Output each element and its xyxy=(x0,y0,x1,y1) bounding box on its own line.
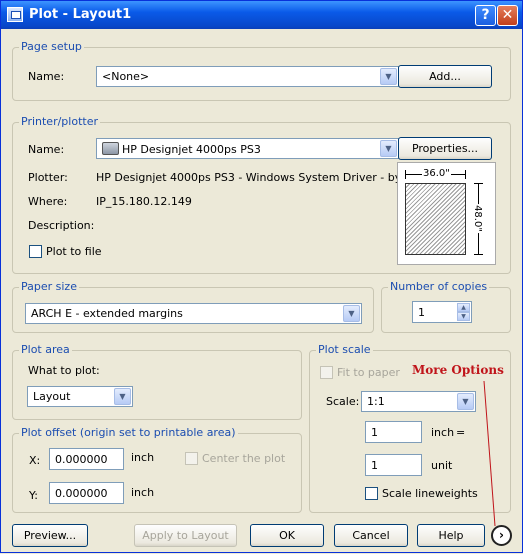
printer-name-dropdown[interactable]: HP Designjet 4000ps PS3 ▼ xyxy=(96,138,399,159)
help-button[interactable]: Help xyxy=(417,524,485,547)
plot-to-file-checkbox[interactable] xyxy=(29,245,42,258)
chevron-down-icon: ▼ xyxy=(457,393,474,410)
chevron-down-icon: ▼ xyxy=(343,305,360,322)
page-setup-name-dropdown[interactable]: <None> ▼ xyxy=(96,66,399,87)
spin-down-icon[interactable]: ▼ xyxy=(457,312,470,321)
scale-lineweights-label: Scale lineweights xyxy=(382,487,478,500)
center-plot-label: Center the plot xyxy=(202,452,286,465)
scale-label: Scale: xyxy=(326,395,360,408)
cancel-button[interactable]: Cancel xyxy=(334,524,408,547)
more-options-button[interactable]: › xyxy=(491,525,512,546)
add-page-setup-button[interactable]: Add... xyxy=(398,65,492,88)
page-setup-name-value: <None> xyxy=(102,70,150,83)
printer-plotter-group: Printer/plotter Name: HP Designjet 4000p… xyxy=(12,115,511,274)
scale-unit-label: unit xyxy=(431,459,453,472)
plot-offset-group: Plot offset (origin set to printable are… xyxy=(12,426,302,513)
title-close-button[interactable]: ✕ xyxy=(497,5,518,26)
offset-x-label: X: xyxy=(29,454,41,467)
equals-sign: = xyxy=(456,426,466,439)
preview-button[interactable]: Preview... xyxy=(12,524,88,547)
chevron-down-icon: ▼ xyxy=(380,68,397,85)
plotter-value: HP Designjet 4000ps PS3 - Windows System… xyxy=(96,171,416,184)
window-title: Plot - Layout1 xyxy=(29,7,132,22)
plot-scale-label: Plot scale xyxy=(316,343,373,356)
chevron-down-icon: ▼ xyxy=(114,388,131,405)
paper-preview: 36.0" 48.0" xyxy=(397,162,496,265)
paper-preview-sheet xyxy=(405,183,466,255)
plot-area-label: Plot area xyxy=(19,343,72,356)
copies-value: 1 xyxy=(418,306,425,319)
title-help-button[interactable]: ? xyxy=(475,5,496,26)
offset-y-label: Y: xyxy=(29,489,38,502)
offset-y-value: 0.000000 xyxy=(55,487,108,500)
center-plot-checkbox[interactable] xyxy=(185,452,198,465)
what-to-plot-label: What to plot: xyxy=(28,364,100,377)
scale-unit-value: 1 xyxy=(371,459,378,472)
plot-area-group: Plot area What to plot: Layout ▼ xyxy=(12,343,302,420)
description-label: Description: xyxy=(28,219,95,232)
fit-to-paper-label: Fit to paper xyxy=(337,366,400,379)
page-setup-group: Page setup Name: <None> ▼ Add... xyxy=(12,40,511,101)
what-to-plot-dropdown[interactable]: Layout ▼ xyxy=(27,386,133,407)
printer-icon xyxy=(102,142,119,155)
printer-name-label: Name: xyxy=(28,143,65,156)
offset-y-unit: inch xyxy=(131,486,155,499)
paper-size-value: ARCH E - extended margins xyxy=(31,307,183,320)
scale-dropdown[interactable]: 1:1 ▼ xyxy=(361,391,476,412)
offset-x-input[interactable]: 0.000000 xyxy=(49,448,124,470)
paper-size-group: Paper size ARCH E - extended margins ▼ xyxy=(12,280,374,333)
printer-name-value: HP Designjet 4000ps PS3 xyxy=(122,143,261,156)
plotter-label: Plotter: xyxy=(28,171,68,184)
plot-dialog: Plot - Layout1 ? ✕ Page setup Name: <Non… xyxy=(0,0,523,553)
scale-value: 1:1 xyxy=(367,395,385,408)
offset-x-value: 0.000000 xyxy=(55,453,108,466)
ok-button[interactable]: OK xyxy=(250,524,324,547)
paper-width-label: 36.0" xyxy=(422,168,451,179)
page-setup-label: Page setup xyxy=(19,40,84,53)
printer-properties-button[interactable]: Properties... xyxy=(398,137,492,160)
fit-to-paper-checkbox[interactable] xyxy=(320,366,333,379)
offset-y-input[interactable]: 0.000000 xyxy=(49,482,124,504)
copies-group: Number of copies 1 ▲ ▼ xyxy=(381,280,511,333)
paper-height-label: 48.0" xyxy=(471,204,483,233)
scale-inch-input[interactable]: 1 xyxy=(365,421,422,443)
paper-size-dropdown[interactable]: ARCH E - extended margins ▼ xyxy=(25,303,362,324)
page-setup-name-label: Name: xyxy=(28,70,65,83)
printer-plotter-label: Printer/plotter xyxy=(19,115,100,128)
plot-to-file-label: Plot to file xyxy=(46,245,102,258)
scale-unit-input[interactable]: 1 xyxy=(365,454,422,476)
where-label: Where: xyxy=(28,195,68,208)
plot-offset-label: Plot offset (origin set to printable are… xyxy=(19,426,238,439)
spin-up-icon[interactable]: ▲ xyxy=(457,303,470,312)
copies-stepper[interactable]: 1 ▲ ▼ xyxy=(412,301,472,323)
scale-inch-unit: inch xyxy=(431,426,455,439)
chevron-down-icon: ▼ xyxy=(380,140,397,157)
paper-size-label: Paper size xyxy=(19,280,79,293)
scale-inch-value: 1 xyxy=(371,426,378,439)
offset-x-unit: inch xyxy=(131,451,155,464)
more-options-annotation: More Options xyxy=(412,363,504,377)
apply-to-layout-button[interactable]: Apply to Layout xyxy=(134,524,237,547)
copies-label: Number of copies xyxy=(388,280,490,293)
scale-lineweights-checkbox[interactable] xyxy=(365,487,378,500)
where-value: IP_15.180.12.149 xyxy=(96,195,192,208)
what-to-plot-value: Layout xyxy=(33,390,71,403)
plot-app-icon xyxy=(7,7,23,22)
title-bar[interactable]: Plot - Layout1 ? ✕ xyxy=(1,1,522,29)
